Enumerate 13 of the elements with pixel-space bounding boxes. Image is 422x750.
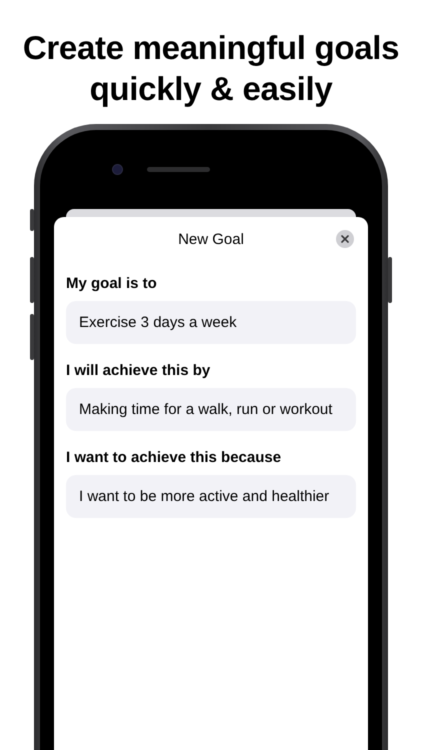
close-button[interactable] [336,230,354,248]
input-field[interactable]: I want to be more active and healthier [66,475,356,518]
headline: Create meaningful goals [22,28,400,68]
input-field[interactable]: Exercise 3 days a week [66,301,356,344]
field-label: My goal is to [66,275,158,292]
sheet-title: New Goal [178,230,244,248]
headline: quickly & easily [90,69,332,109]
camera-icon [112,164,123,175]
field-label: I will achieve this by [66,362,212,379]
close-icon [341,235,349,243]
input-field[interactable]: Making time for a walk, run or workout [66,388,356,431]
speaker-icon [147,167,210,172]
field-label: I want to achieve this because [66,449,282,466]
